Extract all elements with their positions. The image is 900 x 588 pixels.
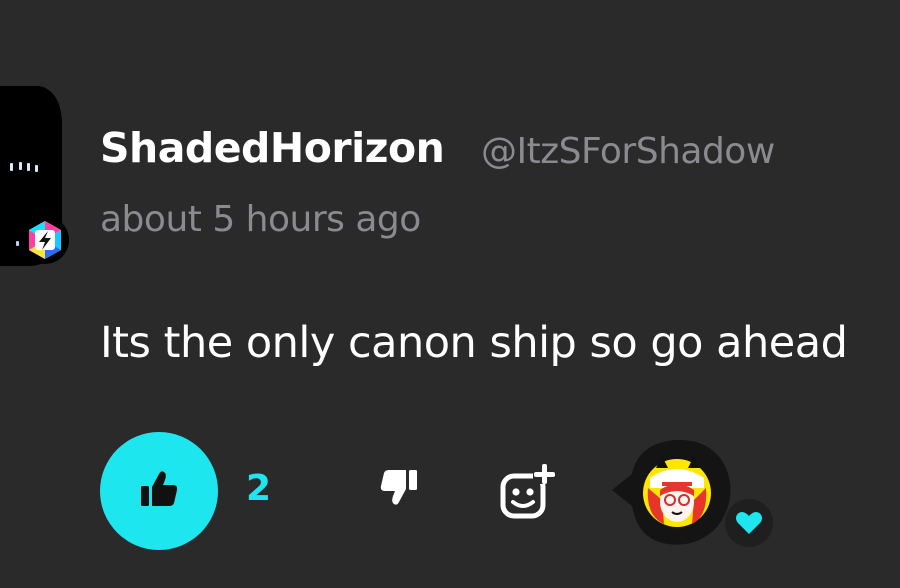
username[interactable]: ShadedHorizon: [100, 124, 445, 172]
like-button[interactable]: [100, 432, 218, 550]
lightning-hexagon-icon: [20, 215, 70, 265]
comment-text: Its the only canon ship so go ahead: [100, 318, 848, 368]
user-handle[interactable]: @ItzSForShadow: [481, 131, 775, 172]
comment-timestamp: about 5 hours ago: [100, 199, 421, 240]
reaction-bubble[interactable]: [612, 438, 742, 548]
dislike-button[interactable]: [372, 465, 424, 515]
comment-card: ShadedHorizon @ItzSForShadow about 5 hou…: [0, 0, 900, 588]
thumbs-down-icon: [377, 468, 419, 512]
like-count: 2: [246, 468, 272, 509]
thumbs-up-icon: [139, 470, 179, 512]
heart-reaction-badge: [724, 498, 774, 548]
add-reaction-icon: [497, 464, 561, 526]
add-reaction-button[interactable]: [497, 460, 561, 522]
